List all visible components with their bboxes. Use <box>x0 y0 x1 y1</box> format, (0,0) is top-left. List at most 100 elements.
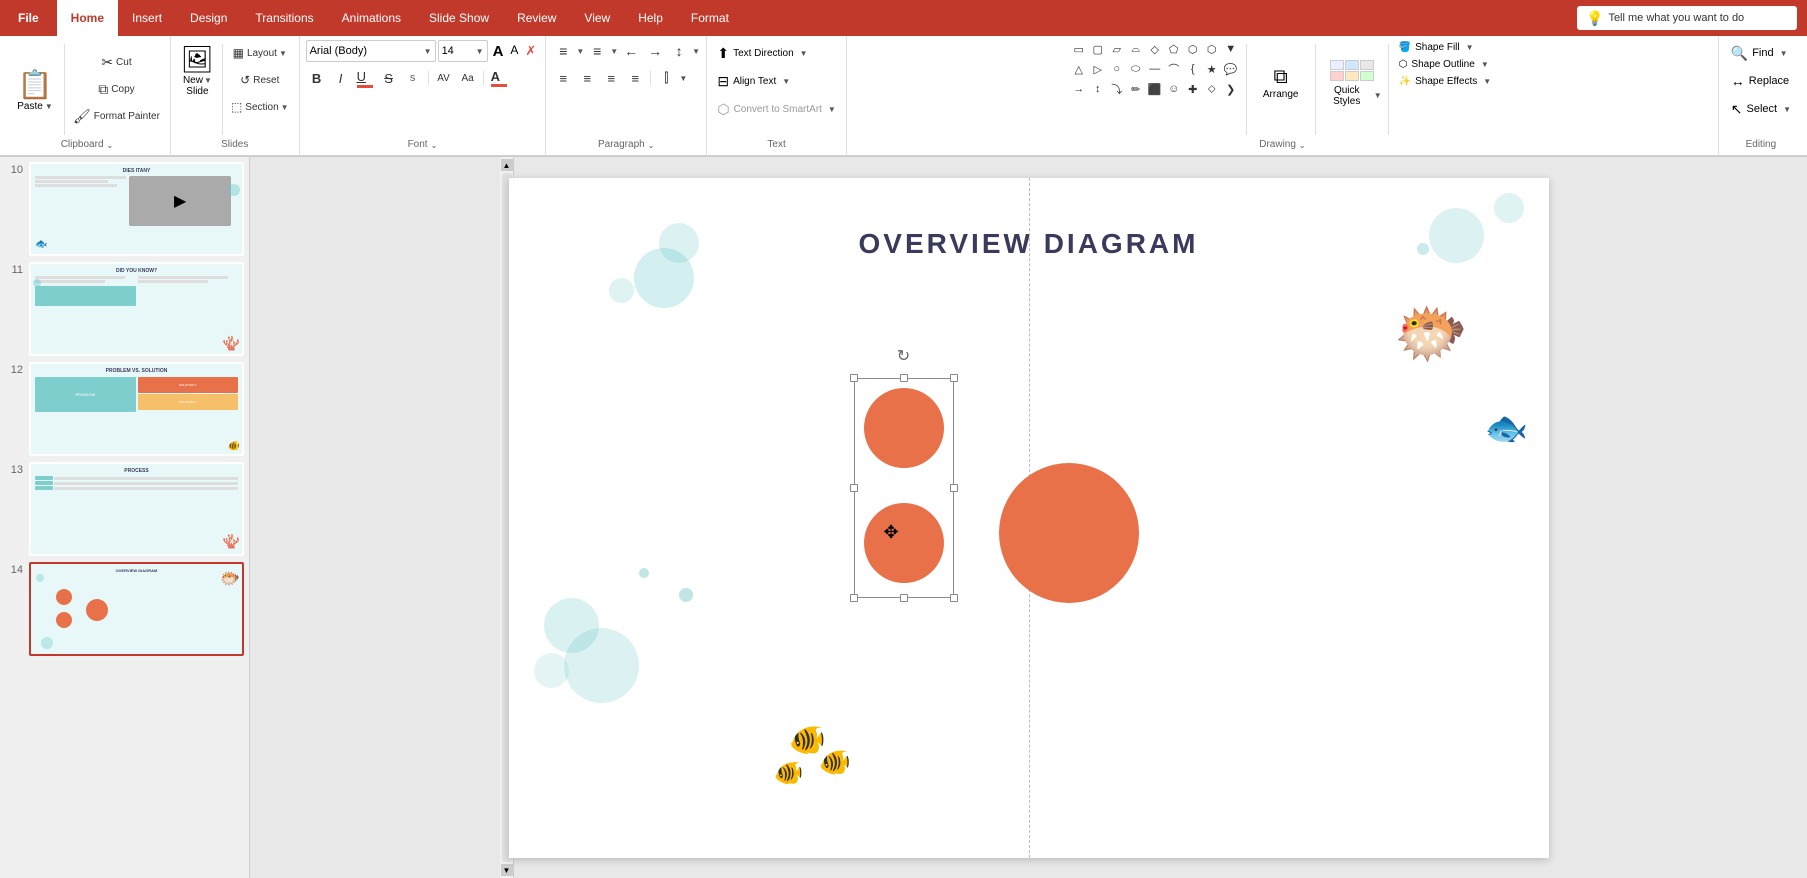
font-size-arrow[interactable]: ▼ <box>476 47 484 56</box>
shape-outline-button[interactable]: ⬡ Shape Outline ▼ <box>1395 57 1495 72</box>
shape-freeform[interactable]: ✏ <box>1127 80 1145 98</box>
tab-help[interactable]: Help <box>624 0 677 36</box>
slide-item-10[interactable]: 10 DIES ITANY ▶ 🐟 <box>5 162 244 256</box>
format-painter-button[interactable]: 🖌 Format Painter <box>69 104 164 130</box>
slide-item-13[interactable]: 13 PROCESS <box>5 462 244 556</box>
shape-bracket[interactable]: { <box>1184 60 1202 78</box>
line-spacing-arrow[interactable]: ▼ <box>692 47 700 56</box>
quick-styles-arrow[interactable]: ▼ <box>1374 91 1382 100</box>
italic-button[interactable]: I <box>330 67 352 89</box>
shape-star[interactable]: ★ <box>1203 60 1221 78</box>
line-spacing-button[interactable]: ↕ <box>668 40 690 62</box>
bold-button[interactable]: B <box>306 67 328 89</box>
shape-octagon[interactable]: ⬡ <box>1203 40 1221 58</box>
align-left-button[interactable]: ≡ <box>552 67 574 89</box>
slide-thumb-14[interactable]: OVERVIEW DIAGRAM 🐡 <box>29 562 244 656</box>
align-text-arrow[interactable]: ▼ <box>782 77 790 86</box>
reset-button[interactable]: ↺ Reset <box>227 67 293 93</box>
shape-trapezoid[interactable]: ⌓ <box>1127 40 1145 58</box>
handle-tc[interactable] <box>900 374 908 382</box>
decrease-font-button[interactable]: A <box>507 42 521 61</box>
shadow-button[interactable]: s <box>402 67 424 89</box>
slide-item-11[interactable]: 11 DID YOU KNOW? <box>5 262 244 356</box>
change-case-button[interactable]: Aa <box>457 67 479 89</box>
shape-cube[interactable]: ⬛ <box>1146 80 1164 98</box>
shape-pentagon[interactable]: ⬠ <box>1165 40 1183 58</box>
shape-arrow[interactable]: → <box>1070 80 1088 98</box>
shape-effects-button[interactable]: ✨ Shape Effects ▼ <box>1395 74 1495 89</box>
numbering-button[interactable]: ≡ <box>586 40 608 62</box>
handle-bc[interactable] <box>900 594 908 602</box>
slide-item-14[interactable]: 14 OVERVIEW DIAGRAM 🐡 <box>5 562 244 656</box>
shape-outline-arrow[interactable]: ▼ <box>1481 60 1489 69</box>
copy-button[interactable]: ⧉ Copy <box>69 77 164 103</box>
shape-rect[interactable]: ▭ <box>1070 40 1088 58</box>
shape-cross[interactable]: ✚ <box>1184 80 1202 98</box>
decrease-indent-button[interactable]: ← <box>620 40 642 62</box>
handle-tl[interactable] <box>850 374 858 382</box>
tab-home[interactable]: Home <box>57 0 118 36</box>
justify-button[interactable]: ≡ <box>624 67 646 89</box>
shape-line[interactable]: — <box>1146 60 1164 78</box>
shape-hexagon[interactable]: ⬡ <box>1184 40 1202 58</box>
shape-fill-button[interactable]: 🪣 Shape Fill ▼ <box>1395 40 1495 55</box>
canvas-area[interactable]: ▲ ▼ OVERVIEW DIAGRAM <box>250 157 1807 878</box>
font-expand[interactable]: ⌄ <box>431 141 438 150</box>
shape-fill-arrow[interactable]: ▼ <box>1466 43 1474 52</box>
underline-button[interactable]: U <box>354 67 376 89</box>
tab-slideshow[interactable]: Slide Show <box>415 0 503 36</box>
shape-rtri[interactable]: ▷ <box>1089 60 1107 78</box>
align-right-button[interactable]: ≡ <box>600 67 622 89</box>
numbering-arrow[interactable]: ▼ <box>610 47 618 56</box>
select-button[interactable]: ↖ Select ▼ <box>1725 96 1797 122</box>
tell-me-box[interactable]: 💡 Tell me what you want to do <box>1577 6 1797 30</box>
shape-diamond[interactable]: ◇ <box>1146 40 1164 58</box>
smartart-arrow[interactable]: ▼ <box>828 105 836 114</box>
slide-thumb-10[interactable]: DIES ITANY ▶ 🐟 <box>29 162 244 256</box>
shape-smiley[interactable]: ☺ <box>1165 80 1183 98</box>
slide-panel[interactable]: 10 DIES ITANY ▶ 🐟 <box>0 157 250 878</box>
quick-styles-button[interactable]: Quick Styles ▼ <box>1322 40 1382 126</box>
new-slide-button[interactable]: 🖼 New ▼ Slide <box>177 40 218 101</box>
increase-font-button[interactable]: A <box>490 42 507 61</box>
coral-circle-large[interactable] <box>999 463 1139 603</box>
shape-oval[interactable]: ⬭ <box>1127 60 1145 78</box>
shape-round-rect[interactable]: ▢ <box>1089 40 1107 58</box>
slide-item-12[interactable]: 12 PROBLEM VS. SOLUTION PROBLEM SOLUTION… <box>5 362 244 456</box>
tab-insert[interactable]: Insert <box>118 0 176 36</box>
font-name-select[interactable]: Arial (Body) ▼ <box>306 40 436 62</box>
handle-br[interactable] <box>950 594 958 602</box>
bullets-button[interactable]: ≡ <box>552 40 574 62</box>
tab-file[interactable]: File <box>0 0 57 36</box>
handle-tr[interactable] <box>950 374 958 382</box>
convert-smartart-button[interactable]: ⬡ Convert to SmartArt ▼ <box>713 96 840 122</box>
tab-format[interactable]: Format <box>677 0 743 36</box>
shape-parallelogram[interactable]: ▱ <box>1108 40 1126 58</box>
scroll-down-btn[interactable]: ▼ <box>501 864 513 876</box>
slide-thumb-12[interactable]: PROBLEM VS. SOLUTION PROBLEM SOLUTION 1 … <box>29 362 244 456</box>
layout-arrow[interactable]: ▼ <box>279 49 287 58</box>
text-direction-button[interactable]: ⬆ Text Direction ▼ <box>713 40 811 66</box>
rotate-handle[interactable]: ↻ <box>896 348 912 364</box>
handle-mr[interactable] <box>950 484 958 492</box>
selection-container[interactable]: ↻ ✥ <box>854 378 954 598</box>
shape-tri[interactable]: △ <box>1070 60 1088 78</box>
bullets-arrow[interactable]: ▼ <box>576 47 584 56</box>
strikethrough-button[interactable]: S <box>378 67 400 89</box>
tab-review[interactable]: Review <box>503 0 570 36</box>
shape-more[interactable]: ▼ <box>1222 40 1240 58</box>
shape-callout[interactable]: 💬 <box>1222 60 1240 78</box>
arrange-button[interactable]: ⧉ Arrange <box>1253 40 1309 126</box>
increase-indent-button[interactable]: → <box>644 40 666 62</box>
new-slide-arrow[interactable]: ▼ <box>204 76 212 85</box>
center-button[interactable]: ≡ <box>576 67 598 89</box>
paste-dropdown-arrow[interactable]: ▼ <box>45 102 53 111</box>
section-arrow[interactable]: ▼ <box>281 103 289 112</box>
para-expand[interactable]: ⌄ <box>648 141 655 150</box>
align-text-button[interactable]: ⊟ Align Text ▼ <box>713 68 794 94</box>
section-button[interactable]: ⬚ Section ▼ <box>227 94 293 120</box>
cut-button[interactable]: ✂ Cut <box>69 50 164 76</box>
find-arrow[interactable]: ▼ <box>1780 49 1788 58</box>
shape-effects-arrow[interactable]: ▼ <box>1483 77 1491 86</box>
drawing-expand[interactable]: ⌄ <box>1299 141 1306 150</box>
